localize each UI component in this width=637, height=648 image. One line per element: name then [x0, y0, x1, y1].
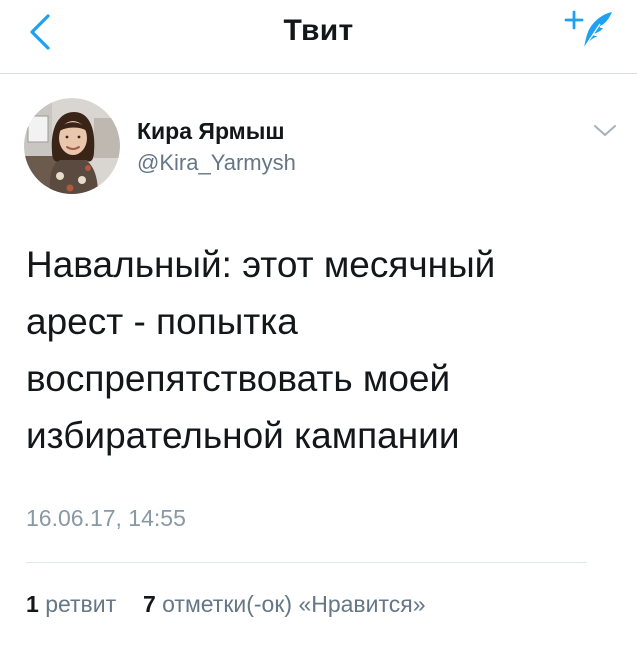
page-title: Твит [283, 14, 354, 47]
avatar[interactable] [24, 98, 120, 194]
retweets-stat[interactable]: 1 ретвит [26, 591, 123, 617]
author-handle[interactable]: @Kira_Yarmysh [137, 150, 296, 176]
compose-tweet-button[interactable] [562, 6, 622, 56]
likes-stat[interactable]: 7 отметки(-ок) «Нравится» [137, 591, 426, 617]
compose-tweet-icon [564, 10, 612, 49]
tweet-text: Навальный: этот месячный арест - попытка… [26, 236, 616, 464]
avatar-photo [24, 98, 120, 194]
chevron-down-icon [594, 125, 616, 136]
tweet-header: Кира Ярмыш @Kira_Yarmysh [0, 96, 637, 196]
author-display-name[interactable]: Кира Ярмыш [137, 118, 285, 145]
tweet-more-button[interactable] [590, 118, 620, 142]
tweet-text-line: Навальный: этот месячный [26, 244, 496, 285]
retweets-count: 1 [26, 591, 39, 617]
tweet-text-line: воспрепятствовать моей [26, 358, 451, 399]
retweets-label: ретвит [45, 591, 117, 617]
likes-label: отметки(-ок) «Нравится» [162, 591, 426, 617]
navigation-bar: Твит [0, 0, 637, 74]
likes-count: 7 [142, 591, 156, 617]
tweet-timestamp: 16.06.17, 14:55 [26, 505, 186, 531]
tweet-text-line: арест - попытка [26, 301, 298, 342]
tweet-text-line: избирательной кампании [26, 415, 460, 456]
tweet-stats: 1 ретвит 7 отметки(-ок) «Нравится» [26, 591, 426, 618]
divider [26, 562, 587, 563]
